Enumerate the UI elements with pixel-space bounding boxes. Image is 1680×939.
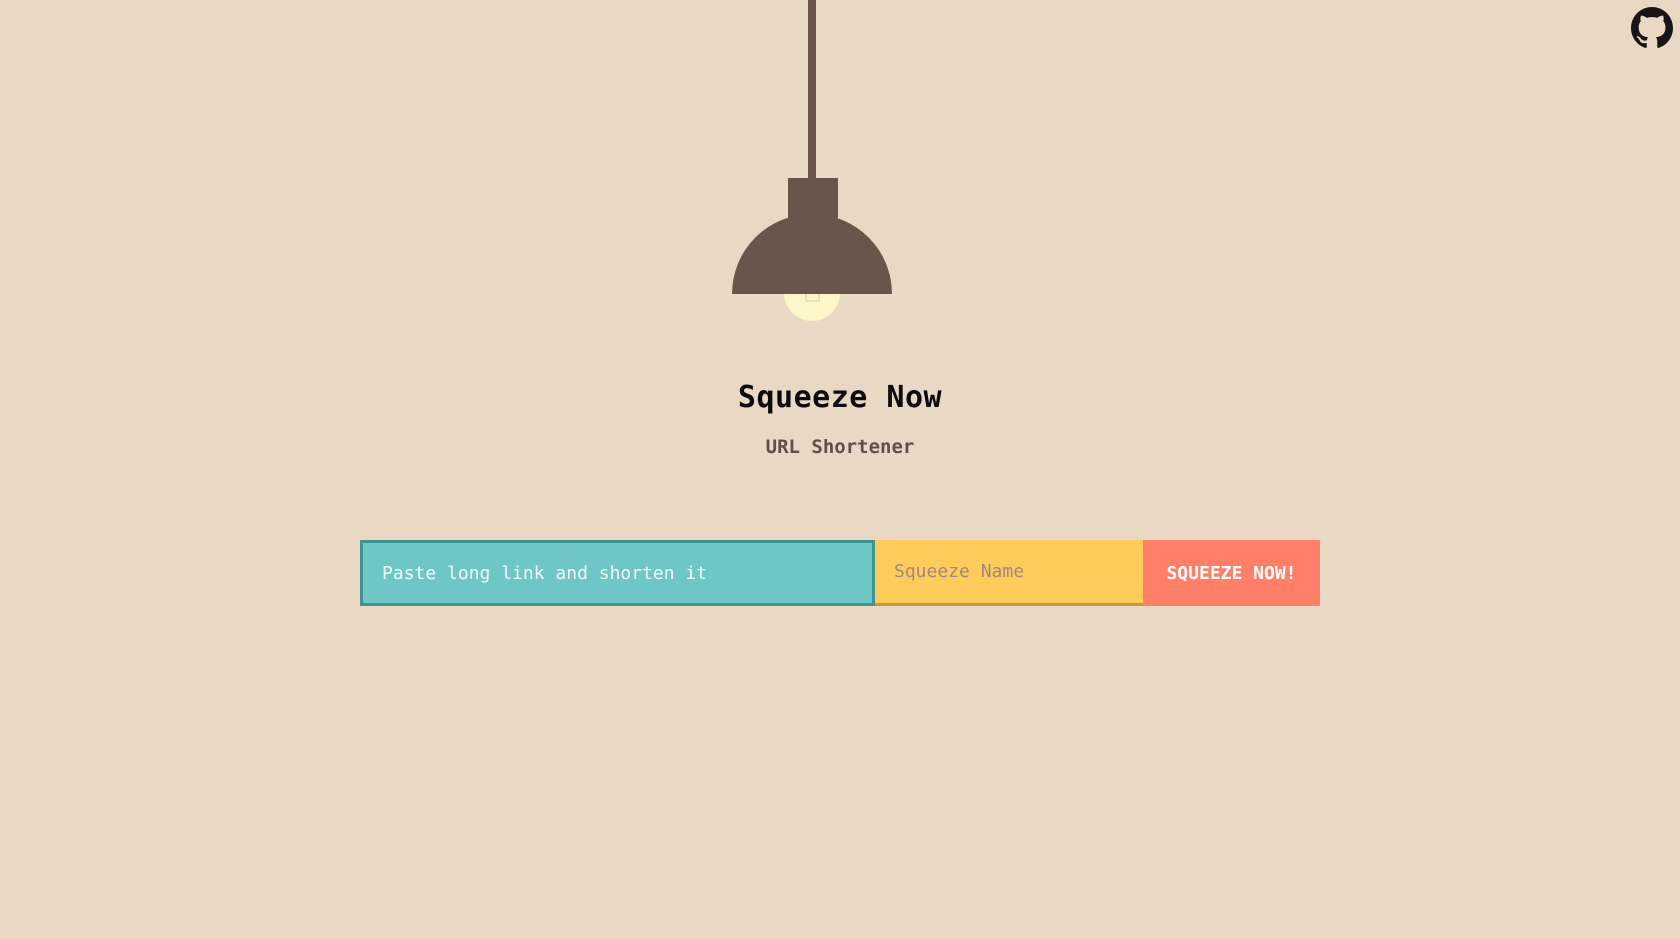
- squeeze-now-button[interactable]: SQUEEZE NOW!: [1143, 540, 1320, 606]
- page-title: Squeeze Now: [737, 380, 943, 415]
- page-subtitle: URL Shortener: [765, 436, 915, 458]
- pendant-lamp-icon: [731, 0, 893, 325]
- long-url-input[interactable]: [360, 540, 875, 606]
- lamp-neck: [788, 178, 838, 218]
- page: Squeeze Now URL Shortener SQUEEZE NOW!: [0, 0, 1680, 939]
- squeeze-name-input[interactable]: [875, 540, 1143, 606]
- github-link[interactable]: [1631, 7, 1673, 49]
- github-icon: [1631, 7, 1673, 48]
- shorten-form: SQUEEZE NOW!: [360, 540, 1320, 606]
- lamp-shade: [732, 214, 892, 294]
- lamp-cord: [808, 0, 816, 180]
